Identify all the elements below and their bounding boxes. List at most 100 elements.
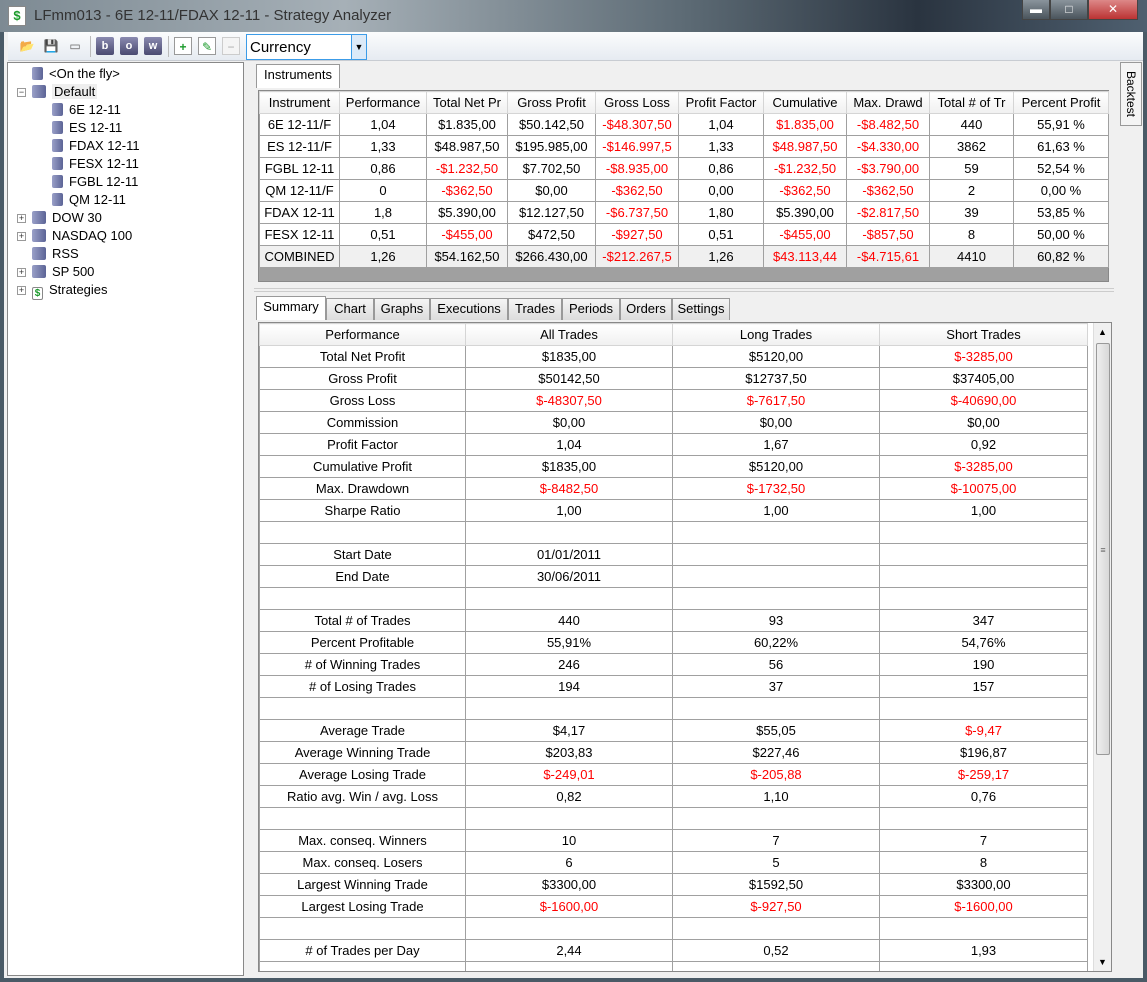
table-row[interactable]: FGBL 12-11 0,86 -$1.232,50 $7.702,50 -$8.935… <box>259 157 1109 180</box>
scroll-down-icon[interactable]: ▼ <box>1094 953 1111 971</box>
tree-item[interactable]: FGBL 12-11 <box>52 173 138 191</box>
table-row[interactable]: Max. conseq. Winners 10 7 7 <box>259 829 1088 852</box>
tab-settings[interactable]: Settings <box>672 298 730 320</box>
table-row[interactable]: Total # of Trades 440 93 347 <box>259 609 1088 632</box>
expand-icon[interactable]: + <box>17 214 26 223</box>
scroll-up-icon[interactable]: ▲ <box>1094 323 1111 341</box>
expand-icon[interactable]: + <box>17 286 26 295</box>
w-button[interactable]: w <box>144 37 162 55</box>
vertical-scrollbar[interactable]: ▲ ≡ ▼ <box>1093 323 1111 971</box>
column-header[interactable]: Performance <box>259 323 466 346</box>
tab-periods[interactable]: Periods <box>562 298 620 320</box>
tree-item[interactable]: RSS <box>32 245 79 263</box>
table-row[interactable]: Max. conseq. Losers 6 5 8 <box>259 851 1088 874</box>
remove-icon[interactable]: − <box>222 37 240 55</box>
currency-dropdown[interactable]: Currency ▼ <box>246 34 367 60</box>
table-row[interactable]: FDAX 12-11 1,8 $5.390,00 $12.127,50 -$6.737,… <box>259 201 1109 224</box>
tab-chart[interactable]: Chart <box>326 298 374 320</box>
table-row[interactable]: Cumulative Profit $1835,00 $5120,00 $-3285,… <box>259 455 1088 478</box>
tree-item[interactable]: + NASDAQ 100 <box>17 227 132 245</box>
column-header[interactable]: Percent Profit <box>1013 91 1109 114</box>
table-row[interactable]: Sharpe Ratio 1,00 1,00 1,00 <box>259 499 1088 522</box>
o-button[interactable]: o <box>120 37 138 55</box>
column-header[interactable]: Short Trades <box>879 323 1088 346</box>
table-row[interactable] <box>259 807 1088 830</box>
column-header[interactable]: Max. Drawd <box>846 91 930 114</box>
table-row[interactable]: # of Winning Trades 246 56 190 <box>259 653 1088 676</box>
tree-item[interactable]: 6E 12-11 <box>52 101 121 119</box>
table-row[interactable]: # of Losing Trades 194 37 157 <box>259 675 1088 698</box>
column-header[interactable]: All Trades <box>465 323 673 346</box>
column-header[interactable]: Total Net Pr <box>426 91 508 114</box>
table-row[interactable]: Profit Factor 1,04 1,67 0,92 <box>259 433 1088 456</box>
scroll-thumb[interactable]: ≡ <box>1096 343 1110 755</box>
chevron-down-icon[interactable]: ▼ <box>351 35 366 59</box>
collapse-icon[interactable]: − <box>17 88 26 97</box>
tree-item[interactable]: FDAX 12-11 <box>52 137 140 155</box>
tab-graphs[interactable]: Graphs <box>374 298 430 320</box>
table-row[interactable]: Average Trade $4,17 $55,05 $-9,47 <box>259 719 1088 742</box>
table-row[interactable]: 6E 12-11/F 1,04 $1.835,00 $50.142,50 -$48.30… <box>259 113 1109 136</box>
table-row[interactable]: Max. Drawdown $-8482,50 $-1732,50 $-10075,0… <box>259 477 1088 500</box>
column-header[interactable]: Performance <box>339 91 427 114</box>
column-header[interactable]: Profit Factor <box>678 91 764 114</box>
tab-orders[interactable]: Orders <box>620 298 672 320</box>
tree-item[interactable]: + $ Strategies <box>17 281 108 300</box>
tab-backtest[interactable]: Backtest <box>1120 62 1142 126</box>
column-header[interactable]: Gross Loss <box>595 91 679 114</box>
tree-item[interactable]: + DOW 30 <box>17 209 102 227</box>
column-header[interactable]: Instrument <box>259 91 340 114</box>
table-row[interactable]: FESX 12-11 0,51 -$455,00 $472,50 -$927,50 0,5… <box>259 223 1109 246</box>
table-row[interactable]: End Date 30/06/2011 <box>259 565 1088 588</box>
tab-instruments[interactable]: Instruments <box>256 64 340 88</box>
table-row[interactable] <box>259 961 1088 971</box>
tree-item[interactable]: ES 12-11 <box>52 119 122 137</box>
tree-item[interactable]: + SP 500 <box>17 263 94 281</box>
save-icon[interactable]: 💾 <box>42 37 60 55</box>
open-folder-icon[interactable]: 📂 <box>18 37 36 55</box>
table-cell <box>259 521 466 544</box>
close-button[interactable]: ✕ <box>1088 0 1138 20</box>
tree-item[interactable]: <On the fly> <box>32 65 120 83</box>
table-row[interactable]: Ratio avg. Win / avg. Loss 0,82 1,10 0,76 <box>259 785 1088 808</box>
table-row[interactable]: Start Date 01/01/2011 <box>259 543 1088 566</box>
column-header[interactable]: Gross Profit <box>507 91 596 114</box>
tab-executions[interactable]: Executions <box>430 298 508 320</box>
splitter[interactable] <box>254 288 1114 292</box>
maximize-button[interactable]: □ <box>1050 0 1088 20</box>
table-row[interactable]: Average Winning Trade $203,83 $227,46 $196,… <box>259 741 1088 764</box>
tree-item[interactable]: QM 12-11 <box>52 191 126 209</box>
tab-trades[interactable]: Trades <box>508 298 562 320</box>
minimize-button[interactable]: ▬ <box>1022 0 1050 20</box>
table-row[interactable]: Total Net Profit $1835,00 $5120,00 $-3285,0… <box>259 345 1088 368</box>
column-header[interactable]: Total # of Tr <box>929 91 1014 114</box>
table-row[interactable]: ES 12-11/F 1,33 $48.987,50 $195.985,00 -$146… <box>259 135 1109 158</box>
tab-summary[interactable]: Summary <box>256 296 326 320</box>
table-row[interactable] <box>259 521 1088 544</box>
table-row[interactable] <box>259 587 1088 610</box>
table-row[interactable]: COMBINED 1,26 $54.162,50 $266.430,00 -$212.2… <box>259 245 1109 268</box>
table-row[interactable]: Percent Profitable 55,91% 60,22% 54,76% <box>259 631 1088 654</box>
b-button[interactable]: b <box>96 37 114 55</box>
table-row[interactable] <box>259 697 1088 720</box>
add-icon[interactable]: + <box>174 37 192 55</box>
edit-icon[interactable]: ✎ <box>198 37 216 55</box>
table-row[interactable]: Gross Profit $50142,50 $12737,50 $37405,00 <box>259 367 1088 390</box>
table-row[interactable]: Largest Winning Trade $3300,00 $1592,50 $33… <box>259 873 1088 896</box>
table-row[interactable]: Average Losing Trade $-249,01 $-205,88 $-25… <box>259 763 1088 786</box>
table-cell: 8 <box>879 851 1088 874</box>
tree-item[interactable]: FESX 12-11 <box>52 155 139 173</box>
table-row[interactable]: # of Trades per Day 2,44 0,52 1,93 <box>259 939 1088 962</box>
table-row[interactable] <box>259 917 1088 940</box>
table-row[interactable]: Largest Losing Trade $-1600,00 $-927,50 $-1… <box>259 895 1088 918</box>
clear-icon[interactable]: ▭ <box>66 37 84 55</box>
table-row[interactable]: Gross Loss $-48307,50 $-7617,50 $-40690,00 <box>259 389 1088 412</box>
table-row[interactable]: QM 12-11/F 0 -$362,50 $0,00 -$362,50 0,00 -$36… <box>259 179 1109 202</box>
column-header[interactable]: Long Trades <box>672 323 880 346</box>
table-row[interactable]: Commission $0,00 $0,00 $0,00 <box>259 411 1088 434</box>
table-cell: 1,67 <box>672 433 880 456</box>
tree-item[interactable]: − Default <box>17 83 98 101</box>
expand-icon[interactable]: + <box>17 268 26 277</box>
column-header[interactable]: Cumulative <box>763 91 847 114</box>
expand-icon[interactable]: + <box>17 232 26 241</box>
